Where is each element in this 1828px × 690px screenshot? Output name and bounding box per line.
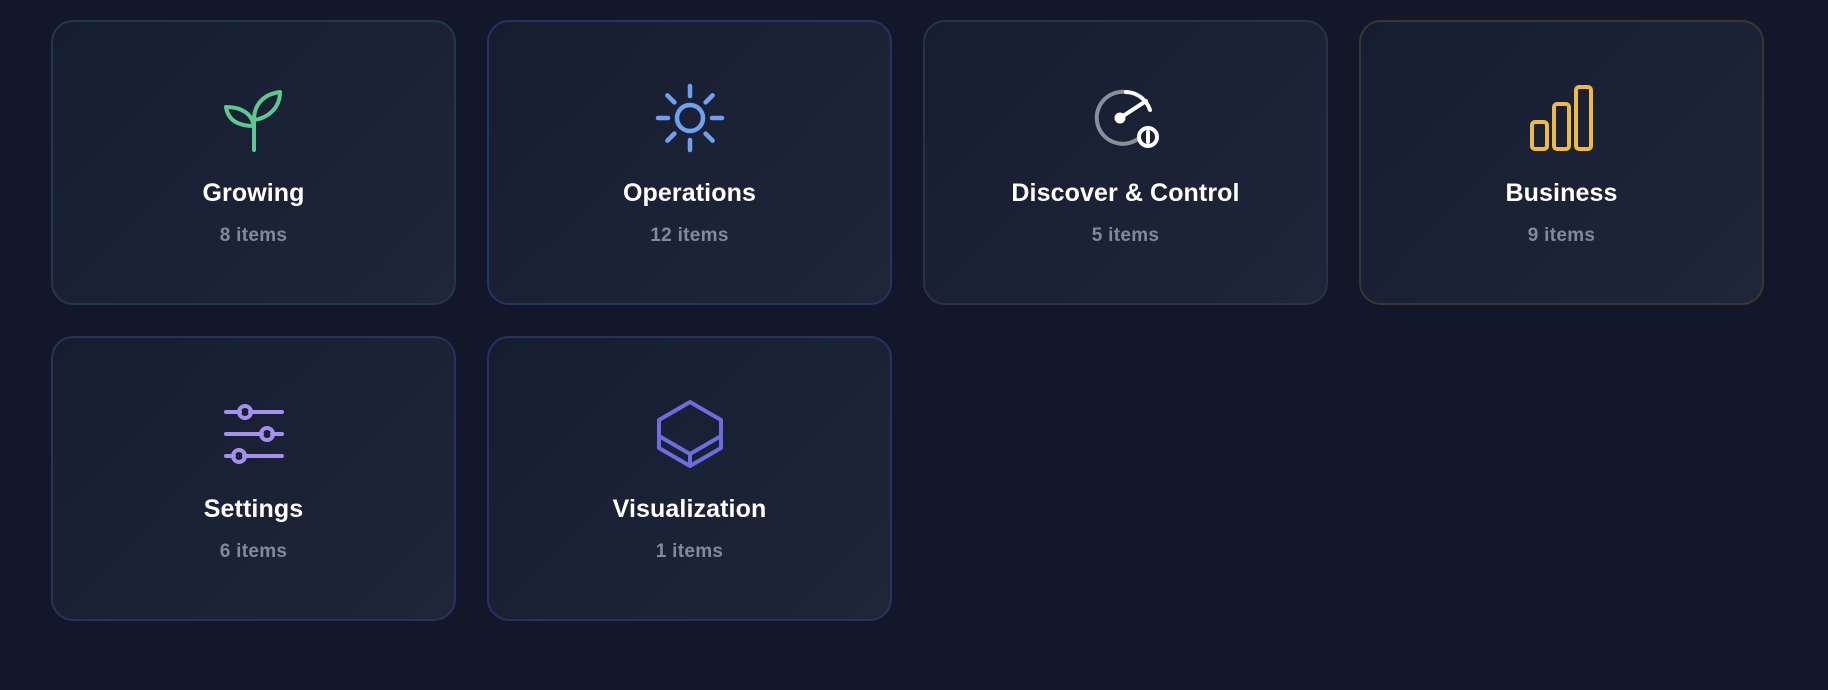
category-card-growing[interactable]: Growing 8 items — [51, 20, 456, 305]
category-card-visualization[interactable]: Visualization 1 items — [487, 336, 892, 621]
category-card-operations[interactable]: Operations 12 items — [487, 20, 892, 305]
bar-chart-icon — [1526, 82, 1598, 154]
cube-icon — [654, 398, 726, 470]
card-title: Operations — [623, 179, 756, 207]
category-grid: Growing 8 items Operations 12 items Disc… — [51, 20, 1764, 621]
sprout-icon — [218, 82, 290, 154]
item-count: 1 items — [655, 541, 724, 562]
item-count: 6 items — [219, 541, 288, 562]
sun-icon — [654, 82, 726, 154]
category-card-settings[interactable]: Settings 6 items — [51, 336, 456, 621]
item-count: 12 items — [650, 225, 729, 246]
item-count: 5 items — [1091, 225, 1160, 246]
card-title: Discover & Control — [1011, 179, 1240, 207]
card-title: Visualization — [612, 495, 767, 523]
category-card-business[interactable]: Business 9 items — [1359, 20, 1764, 305]
sliders-icon — [218, 398, 290, 470]
category-card-discover-control[interactable]: Discover & Control 5 items — [923, 20, 1328, 305]
card-title: Business — [1505, 179, 1618, 207]
card-title: Growing — [202, 179, 305, 207]
item-count: 9 items — [1527, 225, 1596, 246]
card-title: Settings — [203, 495, 304, 523]
item-count: 8 items — [219, 225, 288, 246]
gauge-icon — [1090, 82, 1162, 154]
